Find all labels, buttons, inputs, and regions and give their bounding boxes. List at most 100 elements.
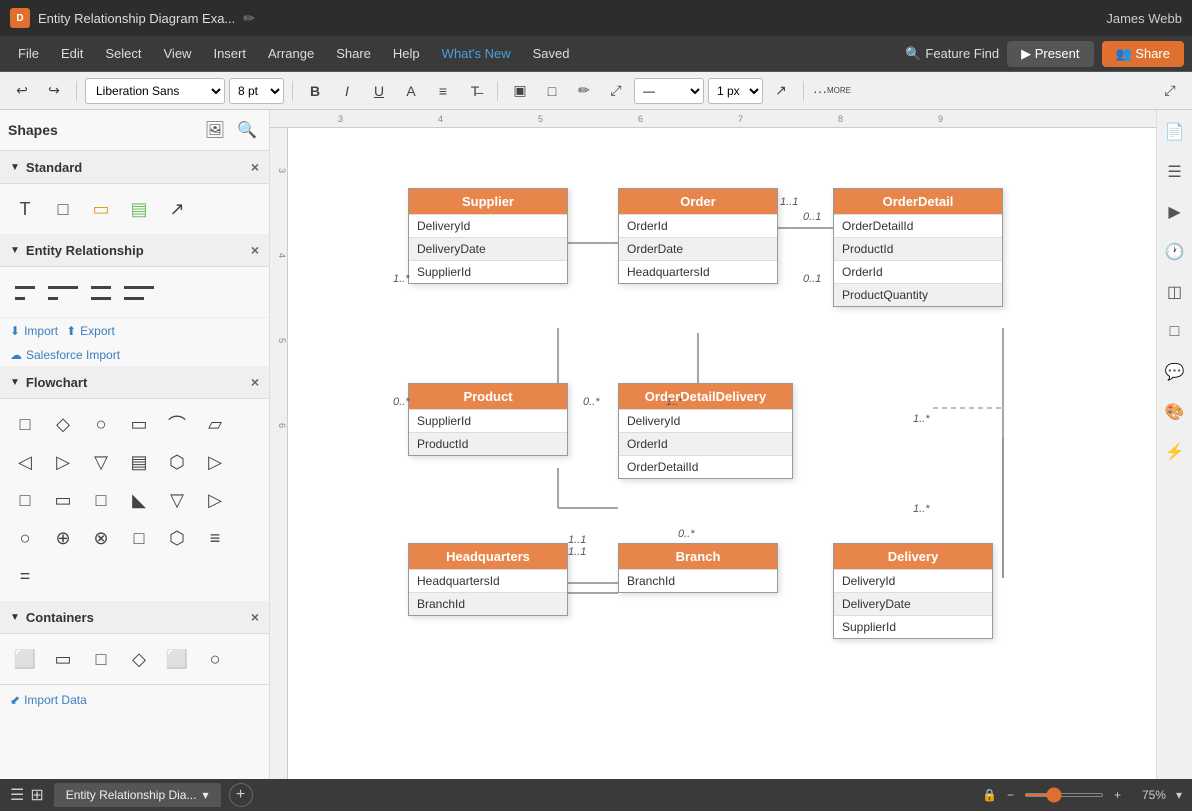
right-panel-chat-icon[interactable]: 💬 [1161, 358, 1189, 386]
fc-rounded[interactable]: ○ [84, 407, 118, 441]
fc-triangle-l[interactable]: ◁ [8, 445, 42, 479]
align-button[interactable]: ≡ [429, 77, 457, 105]
zoom-out-button[interactable]: − [1007, 788, 1014, 802]
entity-headquarters[interactable]: Headquarters HeadquartersId BranchId [408, 543, 568, 616]
menu-help[interactable]: Help [383, 42, 430, 65]
fill-button[interactable]: ▣ [506, 77, 534, 105]
fc-trapezoid[interactable]: ⌒ [160, 407, 194, 441]
zoom-dropdown-icon[interactable]: ▾ [1176, 788, 1182, 802]
search-icon[interactable]: 🔍 [233, 116, 261, 144]
cont-rect[interactable]: ▭ [46, 642, 80, 676]
note-shape[interactable]: ▭ [84, 192, 118, 226]
fc-equals[interactable]: = [8, 559, 42, 593]
menu-edit[interactable]: Edit [51, 42, 93, 65]
menu-view[interactable]: View [154, 42, 202, 65]
menu-file[interactable]: File [8, 42, 49, 65]
fc-hexagon[interactable]: ⬡ [160, 445, 194, 479]
diagram-canvas[interactable]: Supplier DeliveryId DeliveryDate Supplie… [288, 128, 1156, 779]
fc-rect3[interactable]: ▭ [46, 483, 80, 517]
er-section-header[interactable]: ▼ Entity Relationship × [0, 234, 269, 267]
containers-close-icon[interactable]: × [251, 609, 259, 625]
connection-button[interactable]: ⤢ [602, 77, 630, 105]
zoom-in-button[interactable]: + [1114, 788, 1121, 802]
menu-arrange[interactable]: Arrange [258, 42, 324, 65]
text-shape[interactable]: T [8, 192, 42, 226]
import-button[interactable]: ⬇ Import [10, 324, 58, 338]
flowchart-close-icon[interactable]: × [251, 374, 259, 390]
export-button[interactable]: ⬆ Export [66, 324, 115, 338]
fc-square[interactable]: □ [122, 521, 156, 555]
share-button[interactable]: 👥 Share [1102, 41, 1185, 67]
arrow-shape[interactable]: ↗ [160, 192, 194, 226]
fc-triangle-r2[interactable]: ▷ [198, 483, 232, 517]
tab-grid-button[interactable]: ⊞ [30, 785, 43, 805]
standard-close-icon[interactable]: × [251, 159, 259, 175]
er-table-2[interactable]: ▬▬▬▬ [46, 275, 80, 309]
fc-x[interactable]: ⊗ [84, 521, 118, 555]
right-panel-clock-icon[interactable]: 🕐 [1161, 238, 1189, 266]
fc-parallelogram[interactable]: ▱ [198, 407, 232, 441]
stroke-button[interactable]: □ [538, 77, 566, 105]
fc-corner[interactable]: ◣ [122, 483, 156, 517]
font-family-select[interactable]: Liberation Sans [85, 78, 225, 104]
zoom-slider[interactable] [1024, 793, 1104, 797]
fc-process[interactable]: ▭ [122, 407, 156, 441]
fc-plus[interactable]: ⊕ [46, 521, 80, 555]
fc-arrow-r[interactable]: ▷ [198, 445, 232, 479]
er-table-3[interactable]: ▬▬▬▬ [84, 275, 118, 309]
menu-whats-new[interactable]: What's New [432, 42, 521, 65]
edit-title-icon[interactable]: ✏ [243, 10, 255, 27]
line-select[interactable]: — [634, 78, 704, 104]
right-panel-page-icon[interactable]: 📄 [1161, 118, 1189, 146]
entity-branch[interactable]: Branch BranchId [618, 543, 778, 593]
fc-diamond[interactable]: ◇ [46, 407, 80, 441]
right-panel-play-icon[interactable]: ▶ [1161, 198, 1189, 226]
right-panel-list-icon[interactable]: ☰ [1161, 158, 1189, 186]
menu-insert[interactable]: Insert [203, 42, 256, 65]
entity-orderdetaildelivery[interactable]: OrderDetailDelivery DeliveryId OrderId O… [618, 383, 793, 479]
add-tab-button[interactable]: + [229, 783, 253, 807]
fc-rect2[interactable]: □ [8, 483, 42, 517]
right-panel-layers-icon[interactable]: ◫ [1161, 278, 1189, 306]
er-table-4[interactable]: ▬▬▬▬▬ [122, 275, 156, 309]
menu-select[interactable]: Select [95, 42, 151, 65]
strike-button[interactable]: T̶ [461, 77, 489, 105]
more-button[interactable]: ···MORE [812, 77, 852, 105]
underline-button[interactable]: U [365, 77, 393, 105]
entity-delivery[interactable]: Delivery DeliveryId DeliveryDate Supplie… [833, 543, 993, 639]
cont-diamond[interactable]: ◇ [122, 642, 156, 676]
fc-rect[interactable]: □ [8, 407, 42, 441]
right-panel-style-icon[interactable]: 🎨 [1161, 398, 1189, 426]
undo-button[interactable]: ↩ [8, 77, 36, 105]
fc-rect4[interactable]: □ [84, 483, 118, 517]
er-close-icon[interactable]: × [251, 242, 259, 258]
fc-table[interactable]: ▤ [122, 445, 156, 479]
import-data-button[interactable]: ⬋ Import Data [10, 693, 87, 707]
colored-rect-shape[interactable]: ▤ [122, 192, 156, 226]
font-color-button[interactable]: A [397, 77, 425, 105]
salesforce-import-button[interactable]: ☁ Salesforce Import [10, 348, 120, 362]
containers-section-header[interactable]: ▼ Containers × [0, 601, 269, 634]
line-style-button[interactable]: ✏ [570, 77, 598, 105]
right-panel-extra-icon[interactable]: ⚡ [1161, 438, 1189, 466]
flowchart-section-header[interactable]: ▼ Flowchart × [0, 366, 269, 399]
entity-product[interactable]: Product SupplierId ProductId [408, 383, 568, 456]
bold-button[interactable]: B [301, 77, 329, 105]
fc-triangle-r[interactable]: ▷ [46, 445, 80, 479]
font-size-select[interactable]: 8 pt [229, 78, 284, 104]
fullscreen-button[interactable]: ⤢ [1156, 77, 1184, 105]
cont-ellipse[interactable]: ○ [198, 642, 232, 676]
cont-cylinder[interactable]: ⬜ [8, 642, 42, 676]
entity-supplier[interactable]: Supplier DeliveryId DeliveryDate Supplie… [408, 188, 568, 284]
tab-dropdown-icon[interactable]: ▾ [202, 788, 208, 802]
canvas-container[interactable]: 3 4 5 6 7 8 9 3 4 5 6 [270, 110, 1156, 779]
right-panel-format-icon[interactable]: □ [1161, 318, 1189, 346]
image-icon[interactable]: 🖼 [201, 116, 229, 144]
tab-er-diagram[interactable]: Entity Relationship Dia... ▾ [54, 783, 221, 807]
entity-orderdetail[interactable]: OrderDetail OrderDetailId ProductId Orde… [833, 188, 1003, 307]
menu-share[interactable]: Share [326, 42, 381, 65]
present-button[interactable]: ▶ Present [1007, 41, 1093, 67]
redo-button[interactable]: ↪ [40, 77, 68, 105]
fc-circle[interactable]: ○ [8, 521, 42, 555]
rect-shape[interactable]: □ [46, 192, 80, 226]
